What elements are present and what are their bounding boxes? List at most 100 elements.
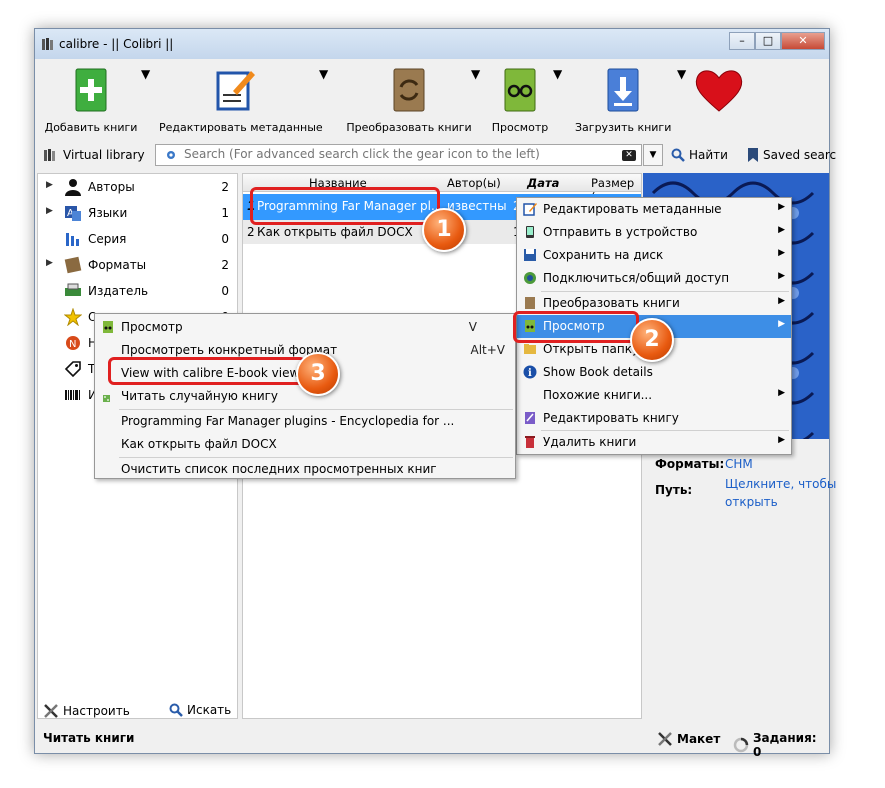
path-label: Путь: xyxy=(655,483,693,497)
virtual-library-label: Virtual library xyxy=(63,148,145,162)
highlight-box-3 xyxy=(108,357,306,385)
series-icon xyxy=(66,233,79,246)
add-books-dropdown-icon[interactable]: ▼ xyxy=(141,67,150,81)
menu-item-label: Show Book details xyxy=(543,365,653,379)
submenu-arrow-icon: ▶ xyxy=(778,271,785,281)
download-books-button[interactable]: Загрузить книги xyxy=(575,67,671,134)
expand-arrow-icon[interactable]: ▶ xyxy=(46,180,53,190)
language-icon: A xyxy=(65,206,81,221)
add-books-button[interactable]: Добавить книги xyxy=(43,67,139,134)
maximize-button[interactable]: □ xyxy=(755,32,781,50)
menu-item-connect-share[interactable]: Подключиться/общий доступ ▶ xyxy=(517,267,791,290)
edit-metadata-icon xyxy=(216,71,255,111)
search-bar: Virtual library ✕ ▼ Найти Saved searc xyxy=(35,141,836,171)
download-dropdown-icon[interactable]: ▼ xyxy=(677,67,686,81)
formats-link[interactable]: CHM xyxy=(725,457,753,471)
close-button[interactable]: ✕ xyxy=(781,32,825,50)
menu-item-label: Очистить список последних просмотренных … xyxy=(121,462,437,476)
submenu-arrow-icon: ▶ xyxy=(778,202,785,212)
submenu-arrow-icon: ▶ xyxy=(778,248,785,258)
tree-item-series[interactable]: Серия 0 xyxy=(38,226,237,252)
menu-item-similar-books[interactable]: Похожие книги... ▶ xyxy=(517,384,791,407)
shortcut-label: V xyxy=(468,320,477,334)
svg-text:i: i xyxy=(528,368,532,379)
spinner-icon xyxy=(733,737,749,753)
path-link-open[interactable]: открыть xyxy=(725,495,778,509)
menu-item-label: Сохранить на диск xyxy=(543,248,664,262)
menu-item-label: Удалить книги xyxy=(543,435,637,449)
gear-icon[interactable] xyxy=(165,149,177,161)
tree-item-publisher[interactable]: Издатель 0 xyxy=(38,278,237,304)
menu-item-send-to-device[interactable]: Отправить в устройство ▶ xyxy=(517,221,791,244)
jobs-button[interactable]: Задания: 0 xyxy=(733,731,829,759)
menu-item-delete-books[interactable]: Удалить книги ▶ xyxy=(517,431,791,454)
edit-metadata-dropdown-icon[interactable]: ▼ xyxy=(319,67,328,81)
tree-item-authors[interactable]: ▶ Авторы 2 xyxy=(38,174,237,200)
tree-item-formats[interactable]: ▶ Форматы 2 xyxy=(38,252,237,278)
menu-item-label: Редактировать книгу xyxy=(543,411,679,425)
edit-metadata-button[interactable]: Редактировать метаданные xyxy=(159,67,323,134)
convert-books-button[interactable]: Преобразовать книги xyxy=(341,67,477,134)
view-dropdown-icon[interactable]: ▼ xyxy=(553,67,562,81)
clear-search-icon[interactable]: ✕ xyxy=(622,150,636,161)
view-button[interactable]: Просмотр xyxy=(487,67,553,134)
menu-item-label: Programming Far Manager plugins - Encycl… xyxy=(121,414,455,428)
edit-metadata-icon xyxy=(523,203,537,216)
menu-item-label: Как открыть файл DOCX xyxy=(121,437,277,451)
tree-label: Серия xyxy=(88,232,127,246)
expand-arrow-icon[interactable]: ▶ xyxy=(46,258,53,268)
view-label: Просмотр xyxy=(491,121,549,134)
menu-item-edit-metadata[interactable]: Редактировать метаданные ▶ xyxy=(517,198,791,221)
virtual-library-button[interactable]: Virtual library xyxy=(43,148,145,162)
tree-count: 1 xyxy=(221,206,229,220)
news-icon: N xyxy=(66,336,80,350)
expand-arrow-icon[interactable]: ▶ xyxy=(46,206,53,216)
magnifier-icon xyxy=(169,703,183,717)
window-title: calibre - || Colibri || xyxy=(59,37,174,51)
layout-button[interactable]: Макет xyxy=(657,731,720,747)
menu-item-save-to-disk[interactable]: Сохранить на диск ▶ xyxy=(517,244,791,267)
submenu-item-recent-book-1[interactable]: Programming Far Manager plugins - Encycl… xyxy=(95,410,515,433)
submenu-item-clear-recent[interactable]: Очистить список последних просмотренных … xyxy=(95,458,515,481)
info-icon: i xyxy=(523,365,537,379)
edit-metadata-label: Редактировать метаданные xyxy=(159,121,323,134)
dice-icon xyxy=(103,395,110,402)
configure-button[interactable]: Настроить xyxy=(43,703,130,719)
menu-item-label: Похожие книги... xyxy=(543,388,653,402)
saved-searches-button[interactable]: Saved searc xyxy=(747,148,836,162)
publisher-icon xyxy=(65,283,81,296)
person-icon xyxy=(65,179,81,196)
path-link[interactable]: Щелкните, чтобы xyxy=(725,477,836,491)
menu-item-label: Преобразовать книги xyxy=(543,296,680,310)
tree-item-languages[interactable]: ▶ A Языки 1 xyxy=(38,200,237,226)
layout-label: Макет xyxy=(677,732,721,746)
shortcut-label: Alt+V xyxy=(470,343,505,357)
step-badge-1: 1 xyxy=(422,208,466,252)
column-author-header[interactable]: Автор(ы) xyxy=(447,176,501,190)
menu-item-show-book-details[interactable]: i Show Book details xyxy=(517,361,791,384)
donate-button[interactable] xyxy=(691,67,747,116)
convert-dropdown-icon[interactable]: ▼ xyxy=(471,67,480,81)
find-tag-button[interactable]: Искать xyxy=(169,703,231,717)
column-date-header[interactable]: Дата xyxy=(527,176,559,190)
menu-item-label: Просмотр xyxy=(121,320,183,334)
tools-icon xyxy=(44,704,58,718)
submenu-item-view[interactable]: Просмотр V xyxy=(95,316,515,339)
convert-books-label: Преобразовать книги xyxy=(346,121,472,134)
save-disk-icon xyxy=(524,249,536,261)
menu-item-edit-book[interactable]: Редактировать книгу xyxy=(517,407,791,430)
submenu-arrow-icon: ▶ xyxy=(778,319,785,329)
title-bar: calibre - || Colibri || – □ ✕ xyxy=(35,29,829,59)
submenu-item-recent-book-2[interactable]: Как открыть файл DOCX xyxy=(95,433,515,456)
search-input[interactable] xyxy=(184,147,614,161)
row-number: 2 xyxy=(247,225,255,239)
bookmark-icon xyxy=(748,148,758,162)
tag-icon xyxy=(64,361,81,378)
status-text: Читать книги xyxy=(43,731,135,745)
book-title: Как открыть файл DOCX xyxy=(257,225,413,239)
find-button[interactable]: Найти xyxy=(671,148,728,162)
convert-book-icon xyxy=(393,68,425,112)
search-field[interactable]: ✕ xyxy=(155,144,642,166)
search-history-dropdown[interactable]: ▼ xyxy=(643,144,663,166)
minimize-button[interactable]: – xyxy=(729,32,755,50)
